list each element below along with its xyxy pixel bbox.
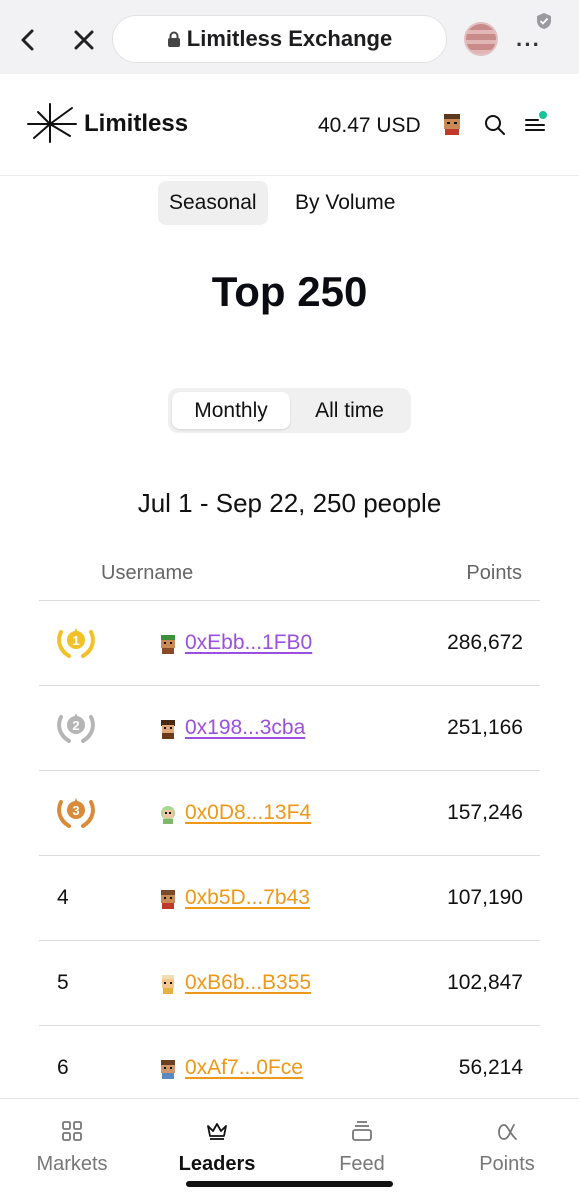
search-icon[interactable]	[484, 114, 506, 136]
table-row[interactable]: 4 0xb5D...7b43 107,190	[39, 856, 540, 941]
column-header-points: Points	[466, 562, 522, 584]
shield-icon	[537, 13, 551, 29]
rank-number: 6	[57, 1056, 69, 1079]
avatar-icon	[161, 806, 175, 824]
medal-rank: 1	[72, 633, 79, 648]
url-title: Limitless Exchange	[186, 26, 393, 51]
avatar-icon	[162, 975, 174, 994]
rank-number: 4	[57, 886, 69, 909]
lock-icon	[167, 31, 180, 47]
silver-medal-icon: 2	[57, 713, 95, 743]
user-address-link[interactable]: 0x0D8...13F4	[185, 801, 311, 825]
medal-rank: 2	[72, 718, 79, 733]
user-points: 56,214	[458, 1056, 523, 1079]
table-row[interactable]: 3 0x0D8...13F4 157,246	[39, 771, 540, 856]
limitless-logo-icon[interactable]	[26, 102, 78, 144]
user-points: 286,672	[447, 631, 523, 654]
table-row[interactable]: 2 0x198...3cba 251,166	[39, 686, 540, 771]
user-address-link[interactable]: 0x198...3cba	[185, 716, 305, 740]
table-row[interactable]: 1 0xEbb...1FB0 286,672	[39, 601, 540, 686]
medal-rank: 3	[72, 803, 79, 818]
notification-dot	[539, 111, 547, 119]
user-points: 102,847	[447, 971, 523, 994]
more-options-icon[interactable]: ···	[516, 32, 541, 58]
bronze-medal-icon: 3	[57, 798, 95, 828]
stack-icon	[352, 1121, 372, 1141]
column-header-username: Username	[101, 562, 194, 584]
nav-markets-label: Markets	[36, 1153, 108, 1175]
nav-leaders[interactable]: Leaders	[157, 1119, 277, 1176]
profile-avatar[interactable]	[464, 22, 498, 56]
avatar-icon	[161, 635, 175, 654]
balance-display[interactable]: 40.47 USD	[318, 114, 421, 138]
back-icon[interactable]	[14, 26, 42, 54]
user-points: 157,246	[447, 801, 523, 824]
crown-icon	[207, 1123, 227, 1140]
avatar-icon	[161, 720, 175, 739]
nav-points-label: Points	[479, 1153, 535, 1175]
gold-medal-icon: 1	[57, 628, 95, 658]
user-address-link[interactable]: 0xb5D...7b43	[185, 886, 310, 910]
user-address-link[interactable]: 0xB6b...B355	[185, 971, 311, 995]
tab-by-volume[interactable]: By Volume	[284, 181, 406, 225]
app-header: Limitless 40.47 USD	[0, 74, 579, 176]
close-icon[interactable]	[70, 26, 98, 54]
nav-feed[interactable]: Feed	[302, 1119, 422, 1176]
browser-toolbar: Limitless Exchange ···	[0, 0, 579, 74]
period-toggle: Monthly All time	[168, 388, 411, 433]
toggle-monthly[interactable]: Monthly	[172, 392, 290, 429]
nav-markets[interactable]: Markets	[12, 1119, 132, 1176]
nav-leaders-label: Leaders	[178, 1153, 256, 1175]
home-indicator	[186, 1181, 393, 1187]
brand-name[interactable]: Limitless	[84, 110, 188, 138]
user-points: 251,166	[447, 716, 523, 739]
user-address-link[interactable]: 0xAf7...0Fce	[185, 1056, 303, 1080]
table-row[interactable]: 5 0xB6b...B355 102,847	[39, 941, 540, 1026]
period-summary: Jul 1 - Sep 22, 250 people	[137, 488, 442, 518]
avatar-icon	[161, 1060, 175, 1079]
grid-icon	[62, 1121, 82, 1141]
user-address-link[interactable]: 0xEbb...1FB0	[185, 631, 312, 655]
alpha-icon	[498, 1124, 517, 1140]
avatar-icon	[161, 890, 175, 909]
toggle-all-time[interactable]: All time	[292, 392, 407, 429]
nav-points[interactable]: Points	[447, 1119, 567, 1176]
page-title: Top 250	[211, 268, 368, 315]
nav-feed-label: Feed	[339, 1153, 385, 1175]
user-avatar-icon[interactable]	[441, 112, 463, 136]
rank-number: 5	[57, 971, 69, 994]
url-bar[interactable]: Limitless Exchange	[112, 15, 447, 63]
tab-seasonal[interactable]: Seasonal	[158, 181, 268, 225]
user-points: 107,190	[447, 886, 523, 909]
